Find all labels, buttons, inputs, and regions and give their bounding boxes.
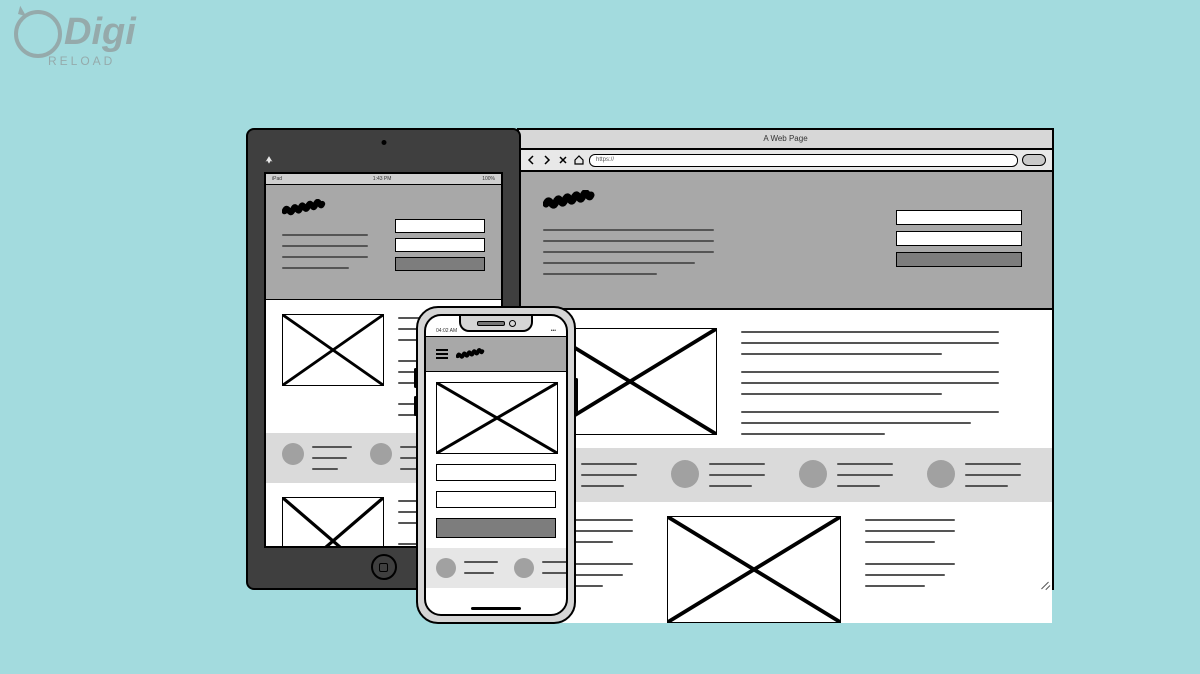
browser-feature-row xyxy=(519,310,1052,448)
phone-avatar-row xyxy=(426,548,566,588)
avatar-icon xyxy=(927,460,955,488)
phone-time: 04:02 AM xyxy=(436,328,457,334)
feature-image xyxy=(282,314,384,386)
url-bar[interactable]: https:// xyxy=(589,154,1018,167)
phone-volume-up[interactable] xyxy=(414,368,417,388)
bottom-image xyxy=(282,497,384,548)
avatar-icon xyxy=(436,558,456,578)
hero-input-2[interactable] xyxy=(896,231,1022,246)
feature-text-3 xyxy=(741,408,1028,438)
brand-name: Digi xyxy=(64,11,136,53)
browser-titlebar: A Web Page xyxy=(519,130,1052,150)
feature-text-2 xyxy=(741,368,1028,398)
phone-hero xyxy=(426,336,566,372)
hero-input-2[interactable] xyxy=(395,238,485,252)
phone-home-indicator[interactable] xyxy=(471,607,521,610)
hero-input-1[interactable] xyxy=(896,210,1022,225)
hero-paragraph xyxy=(282,231,377,272)
tablet-carrier: iPad xyxy=(272,174,282,184)
phone-input-2[interactable] xyxy=(436,491,556,508)
browser-hero xyxy=(519,172,1052,310)
avatar-icon xyxy=(514,558,534,578)
browser-avatar-row xyxy=(519,448,1052,502)
bottom-text-right xyxy=(865,516,965,590)
phone-device: 04:02 AM ••• xyxy=(416,306,576,624)
tablet-hero xyxy=(266,185,501,300)
hero-input-1[interactable] xyxy=(395,219,485,233)
phone-volume-down[interactable] xyxy=(414,396,417,416)
browser-toolbar: https:// xyxy=(519,150,1052,172)
phone-signal: ••• xyxy=(551,328,556,334)
nav-forward-icon[interactable] xyxy=(541,154,553,166)
avatar-icon xyxy=(799,460,827,488)
tablet-status-bar: iPad 1:43 PM 100% xyxy=(266,174,501,185)
hero-submit-button[interactable] xyxy=(395,257,485,271)
phone-input-1[interactable] xyxy=(436,464,556,481)
nav-home-icon[interactable] xyxy=(573,154,585,166)
camera-icon xyxy=(509,320,516,327)
hero-form xyxy=(896,210,1022,267)
avatar-text xyxy=(709,460,771,490)
browser-window: A Web Page https:// xyxy=(517,128,1054,590)
feature-image xyxy=(436,382,558,454)
feature-text-1 xyxy=(741,328,1028,358)
phone-notch xyxy=(459,316,533,332)
phone-power-button[interactable] xyxy=(575,378,578,412)
tablet-os-icon xyxy=(262,152,276,166)
avatar-text xyxy=(464,558,502,577)
phone-submit-button[interactable] xyxy=(436,518,556,538)
avatar-text xyxy=(542,558,568,577)
brand-watermark: Digi RELOAD xyxy=(14,10,136,68)
bottom-image xyxy=(667,516,841,623)
tablet-time: 1:43 PM xyxy=(373,174,392,184)
speaker-icon xyxy=(477,321,505,326)
browser-bottom-row xyxy=(519,502,1052,623)
tablet-battery: 100% xyxy=(482,174,495,184)
hero-form xyxy=(395,219,485,271)
tablet-home-button[interactable] xyxy=(371,554,397,580)
avatar-text xyxy=(837,460,899,490)
logo-scribble xyxy=(282,199,334,217)
avatar-icon xyxy=(370,443,392,465)
avatar-text xyxy=(312,443,356,473)
hero-submit-button[interactable] xyxy=(896,252,1022,267)
phone-screen: 04:02 AM ••• xyxy=(424,314,568,616)
avatar-icon xyxy=(282,443,304,465)
avatar-text xyxy=(965,460,1027,490)
nav-back-icon[interactable] xyxy=(525,154,537,166)
toolbar-toggle[interactable] xyxy=(1022,154,1046,166)
logo-scribble xyxy=(456,347,490,361)
avatar-icon xyxy=(671,460,699,488)
resize-handle-icon[interactable] xyxy=(1040,578,1050,588)
tablet-camera-icon xyxy=(381,140,386,145)
brand-icon xyxy=(14,10,62,58)
hamburger-icon[interactable] xyxy=(436,349,448,359)
avatar-text xyxy=(581,460,643,490)
hero-paragraph xyxy=(543,226,733,278)
nav-close-icon[interactable] xyxy=(557,154,569,166)
phone-body xyxy=(426,372,566,548)
logo-scribble xyxy=(543,190,605,210)
